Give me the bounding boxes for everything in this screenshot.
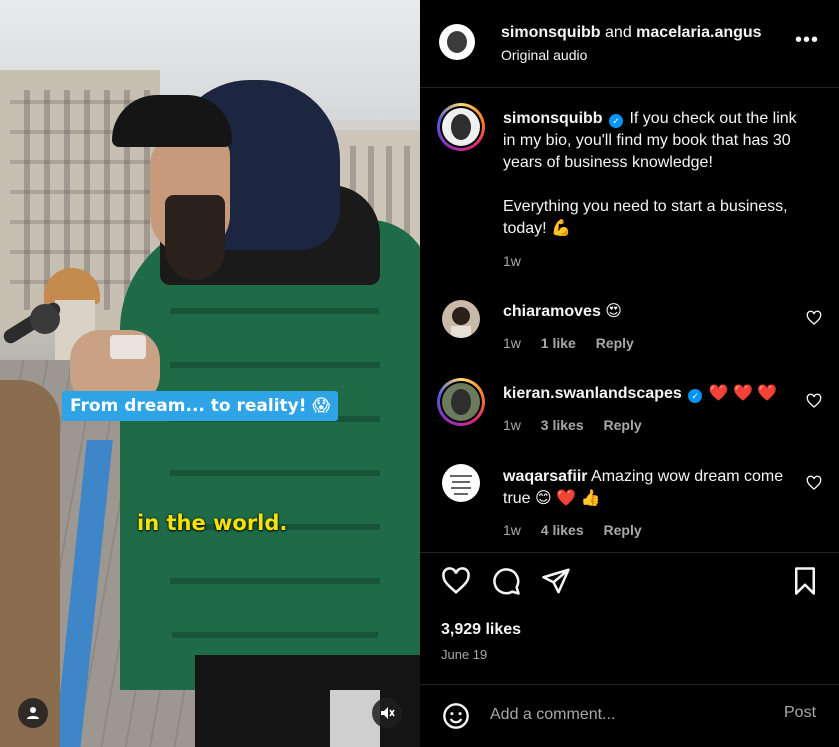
avatar[interactable]	[442, 464, 480, 502]
comment-age: 1w	[503, 417, 521, 433]
comment-meta: 1w 3 likes Reply	[503, 417, 658, 433]
mute-button[interactable]	[372, 698, 402, 728]
caption-author-link[interactable]: simonsquibb	[503, 110, 603, 127]
avatar[interactable]	[437, 378, 485, 426]
heart-icon[interactable]	[806, 475, 822, 491]
reply-button[interactable]: Reply	[596, 335, 634, 351]
reply-button[interactable]: Reply	[604, 522, 642, 538]
caption-meta: 1w	[503, 253, 537, 269]
tagged-users-button[interactable]	[18, 698, 48, 728]
comment-author-link[interactable]: kieran.swanlandscapes	[503, 385, 682, 402]
post-button[interactable]: Post	[784, 704, 816, 722]
comment-text: 😍	[605, 303, 622, 320]
comment-input[interactable]	[490, 700, 770, 730]
comment-bubble-icon[interactable]	[491, 566, 521, 596]
comment-meta: 1w 1 like Reply	[503, 335, 650, 351]
person-icon	[27, 707, 39, 719]
comment-text: ❤️ ❤️ ❤️	[708, 385, 778, 402]
save-bookmark-icon[interactable]	[790, 566, 820, 596]
avatar-image	[450, 475, 472, 495]
heart-icon[interactable]	[806, 393, 822, 409]
video-caption-top: From dream... to reality! 😱	[62, 391, 339, 421]
comment-meta: 1w 4 likes Reply	[503, 522, 658, 538]
author-link-primary[interactable]: simonsquibb	[501, 24, 601, 41]
avatar-image	[451, 307, 471, 338]
post-date[interactable]: June 19	[441, 647, 487, 662]
verified-badge-icon: ✓	[609, 114, 624, 128]
video-jacket	[120, 220, 420, 690]
reel-video[interactable]: From dream... to reality! 😱 in the world…	[0, 0, 420, 747]
like-heart-icon[interactable]	[441, 566, 471, 596]
comment: kieran.swanlandscapes ✓ ❤️ ❤️ ❤️	[503, 383, 813, 405]
avatar[interactable]	[442, 300, 480, 338]
caption-text-2: Everything you need to start a business,…	[503, 198, 788, 237]
reply-button[interactable]: Reply	[604, 417, 642, 433]
video-interviewer	[0, 380, 60, 747]
post-panel: simonsquibb and macelaria.angus Original…	[420, 0, 839, 747]
caption-age: 1w	[503, 253, 521, 269]
comment-age: 1w	[503, 335, 521, 351]
post-authors: simonsquibb and macelaria.angus	[501, 23, 762, 43]
comment: waqarsafiir Amazing wow dream come true …	[503, 466, 813, 510]
emoji-icon[interactable]	[442, 702, 470, 730]
authors-joiner: and	[605, 24, 632, 41]
action-bar	[420, 552, 839, 616]
heart-icon[interactable]	[806, 310, 822, 326]
caption-avatar[interactable]	[437, 103, 485, 151]
speaker-muted-icon	[381, 707, 395, 719]
author-link-secondary[interactable]: macelaria.angus	[636, 24, 761, 41]
comment-age: 1w	[503, 522, 521, 538]
video-caption-bottom: in the world.	[137, 511, 288, 535]
audio-link[interactable]: Original audio	[501, 47, 587, 63]
comment-likes[interactable]: 3 likes	[541, 417, 584, 433]
share-paper-plane-icon[interactable]	[541, 566, 571, 596]
likes-count[interactable]: 3,929 likes	[441, 621, 521, 639]
avatar[interactable]	[439, 24, 475, 60]
comment-author-link[interactable]: waqarsafiir	[503, 468, 587, 485]
video-cup	[110, 335, 146, 359]
post-header: simonsquibb and macelaria.angus Original…	[420, 0, 839, 88]
video-mic-head	[30, 304, 60, 334]
more-options-button[interactable]: •••	[792, 30, 822, 54]
verified-badge-icon: ✓	[688, 389, 703, 403]
comment-likes[interactable]: 1 like	[541, 335, 576, 351]
comment-author-link[interactable]: chiaramoves	[503, 303, 601, 320]
post-caption: simonsquibb ✓ If you check out the link …	[503, 108, 813, 240]
comment: chiaramoves 😍	[503, 301, 813, 323]
comment-likes[interactable]: 4 likes	[541, 522, 584, 538]
video-beard	[165, 195, 225, 280]
